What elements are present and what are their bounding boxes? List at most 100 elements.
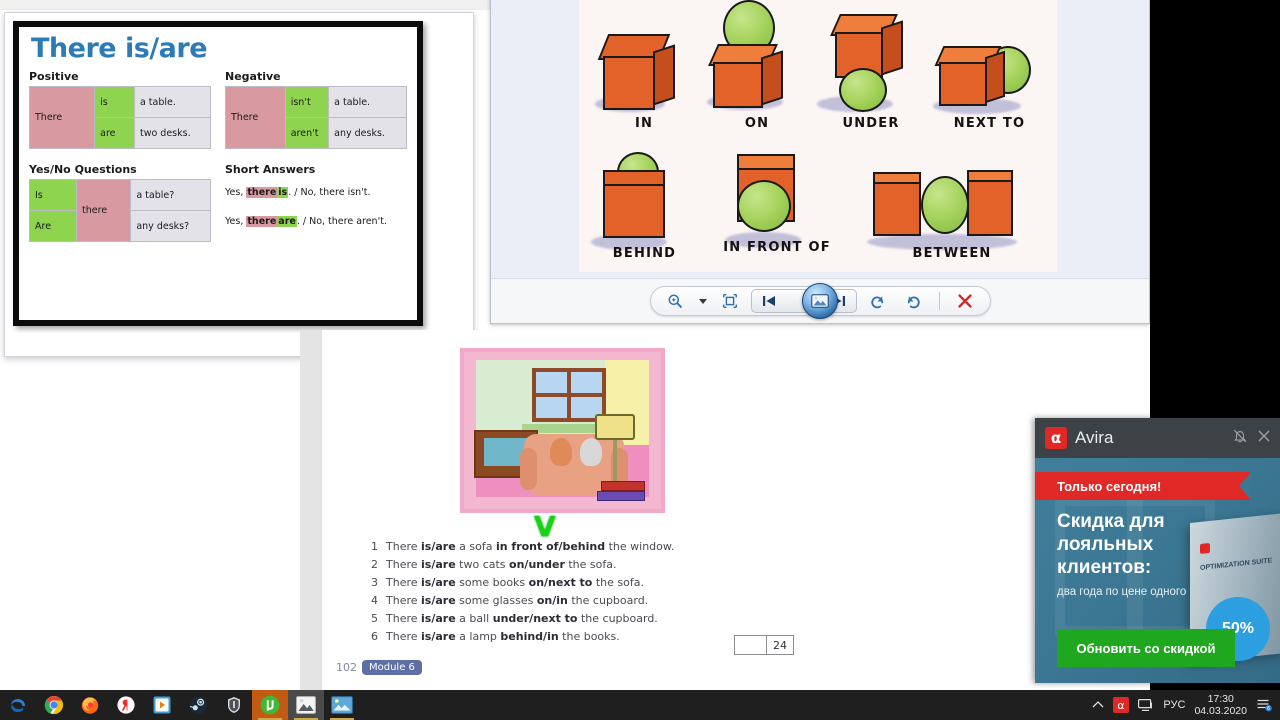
table-row: Is there a table? bbox=[28, 179, 211, 242]
positive-verb: is bbox=[94, 86, 135, 118]
photo-viewer-toolbar bbox=[491, 278, 1149, 323]
positive-table: There is a table. are two desks. bbox=[28, 86, 212, 149]
positive-verb: are bbox=[94, 117, 135, 149]
item-pre: There bbox=[386, 630, 422, 643]
preposition-label: UNDER bbox=[842, 116, 900, 131]
taskbar-item-world-of-tanks[interactable] bbox=[216, 690, 252, 720]
item-mid: a ball bbox=[455, 612, 493, 625]
taskbar-item-image-app[interactable] bbox=[324, 690, 360, 720]
item-number: 1 bbox=[371, 540, 378, 553]
action-center-icon[interactable]: 6 bbox=[1256, 697, 1272, 713]
item-number: 4 bbox=[371, 594, 378, 607]
taskbar-item-firefox[interactable] bbox=[72, 690, 108, 720]
avira-app-name: Avira bbox=[1075, 428, 1114, 447]
preposition-label: NEXT TO bbox=[953, 116, 1026, 131]
living-room-illustration bbox=[460, 348, 665, 513]
list-item: 3 There is/are some books on/next to the… bbox=[368, 574, 768, 592]
avira-promo-body[interactable]: OPTIMIZATION SUITE 50% Только сегодня! С… bbox=[1035, 458, 1280, 683]
play-slideshow-button[interactable] bbox=[802, 283, 838, 319]
taskbar-item-utorrent[interactable] bbox=[252, 690, 288, 720]
item-pre: There bbox=[386, 612, 422, 625]
item-pre: There bbox=[386, 576, 422, 589]
clock-time: 17:30 bbox=[1207, 693, 1234, 705]
preposition-in-front-of: IN FRONT OF bbox=[707, 136, 847, 272]
page-number: 102 bbox=[336, 661, 357, 674]
photo-viewer-canvas[interactable]: IN ON UNDER NEXT TO BEHIND IN FRONT OF B… bbox=[491, 0, 1149, 279]
taskbar-item-yandex[interactable] bbox=[108, 690, 144, 720]
language-indicator[interactable]: РУС bbox=[1163, 699, 1185, 711]
taskbar-item-steam[interactable] bbox=[180, 690, 216, 720]
item-verb: is/are bbox=[421, 630, 456, 643]
rotate-clockwise-button[interactable] bbox=[899, 289, 929, 313]
clock[interactable]: 17:30 04.03.2020 bbox=[1194, 693, 1247, 717]
workbook-page[interactable]: V 1 There is/are a sofa in front of/behi… bbox=[322, 330, 805, 690]
taskbar-apps bbox=[0, 690, 360, 720]
item-prep: on/under bbox=[509, 558, 565, 571]
taskbar-item-chrome[interactable] bbox=[36, 690, 72, 720]
item-verb: is/are bbox=[421, 540, 456, 553]
score-box: 24 bbox=[734, 635, 794, 655]
avira-popup[interactable]: α Avira OPTIMIZATION SUITE 50% Только се… bbox=[1035, 418, 1280, 683]
item-number: 3 bbox=[371, 576, 378, 589]
grammar-slide-window[interactable]: There is/are Positive There is a table. … bbox=[4, 12, 474, 357]
short-answers-section: Short Answers Yes, there is. / No, there … bbox=[225, 163, 407, 242]
positive-section: Positive There is a table. are two desks… bbox=[28, 70, 212, 149]
bell-muted-icon[interactable] bbox=[1232, 428, 1248, 449]
network-icon[interactable] bbox=[1138, 698, 1154, 712]
question-verb: Is bbox=[28, 179, 78, 211]
item-verb: is/are bbox=[421, 594, 456, 607]
item-post: the sofa. bbox=[564, 558, 617, 571]
item-post: the books. bbox=[558, 630, 620, 643]
questions-table: Is there a table? Are any desks? bbox=[28, 179, 211, 242]
preposition-label: IN bbox=[634, 116, 654, 131]
preposition-label: BEHIND bbox=[612, 246, 677, 261]
taskbar-item-photo-viewer[interactable] bbox=[288, 690, 324, 720]
question-object: a table? bbox=[130, 179, 211, 211]
delete-button[interactable] bbox=[950, 289, 980, 313]
item-post: the window. bbox=[605, 540, 675, 553]
exercise-list: 1 There is/are a sofa in front of/behind… bbox=[368, 538, 768, 646]
answer-yes: Yes, bbox=[225, 216, 244, 228]
answer-yes: Yes, bbox=[225, 187, 244, 198]
negative-table: There isn't a table. aren't any desks. bbox=[225, 86, 407, 149]
promo-headline: Скидка для лояльных клиентов: bbox=[1057, 511, 1165, 579]
answer-verb: are bbox=[277, 216, 297, 228]
taskbar-item-media-player[interactable] bbox=[144, 690, 180, 720]
chevron-down-icon[interactable] bbox=[697, 289, 709, 313]
question-object: any desks? bbox=[130, 210, 211, 242]
list-item: 4 There is/are some glasses on/in the cu… bbox=[368, 592, 768, 610]
module-badge: Module 6 bbox=[362, 660, 422, 675]
chevron-up-icon[interactable] bbox=[1092, 700, 1104, 710]
answer-rest: . / No, there aren't. bbox=[296, 216, 387, 228]
previous-button[interactable] bbox=[752, 289, 786, 313]
avira-tray-icon[interactable]: α bbox=[1113, 697, 1130, 713]
zoom-button[interactable] bbox=[661, 289, 691, 313]
avira-logo-icon: α bbox=[1045, 427, 1067, 449]
svg-text:α: α bbox=[1118, 699, 1125, 712]
photo-viewer-controls bbox=[649, 283, 991, 319]
positive-heading: Positive bbox=[29, 70, 79, 83]
answer-there: there bbox=[246, 216, 278, 228]
taskbar-item-edge[interactable] bbox=[0, 690, 36, 720]
rotate-counterclockwise-button[interactable] bbox=[863, 289, 893, 313]
preposition-between: BETWEEN bbox=[857, 142, 1047, 272]
upgrade-with-discount-button[interactable]: Обновить со скидкой bbox=[1057, 629, 1235, 667]
close-icon[interactable] bbox=[1258, 429, 1270, 447]
preposition-next-to: NEXT TO bbox=[927, 8, 1052, 138]
photo-viewer-window[interactable]: IN ON UNDER NEXT TO BEHIND IN FRONT OF B… bbox=[490, 0, 1150, 324]
negative-object: a table. bbox=[328, 86, 407, 118]
item-prep: on/next to bbox=[528, 576, 593, 589]
negative-verb: isn't bbox=[284, 86, 330, 118]
questions-section: Yes/No Questions Is there a table? Are a… bbox=[28, 163, 211, 242]
negative-verb: aren't bbox=[284, 117, 330, 149]
item-prep: in front of/behind bbox=[495, 540, 606, 553]
notification-count: 6 bbox=[1267, 706, 1270, 712]
promo-ribbon: Только сегодня! bbox=[1035, 472, 1251, 500]
grammar-slide: There is/are Positive There is a table. … bbox=[13, 21, 423, 326]
lamp-icon bbox=[595, 414, 635, 440]
answer-rest: . / No, there isn't. bbox=[288, 187, 371, 198]
item-verb: is/are bbox=[421, 558, 456, 571]
fit-to-window-button[interactable] bbox=[715, 289, 745, 313]
negative-subject: There bbox=[225, 86, 286, 149]
item-prep: behind/in bbox=[500, 630, 559, 643]
